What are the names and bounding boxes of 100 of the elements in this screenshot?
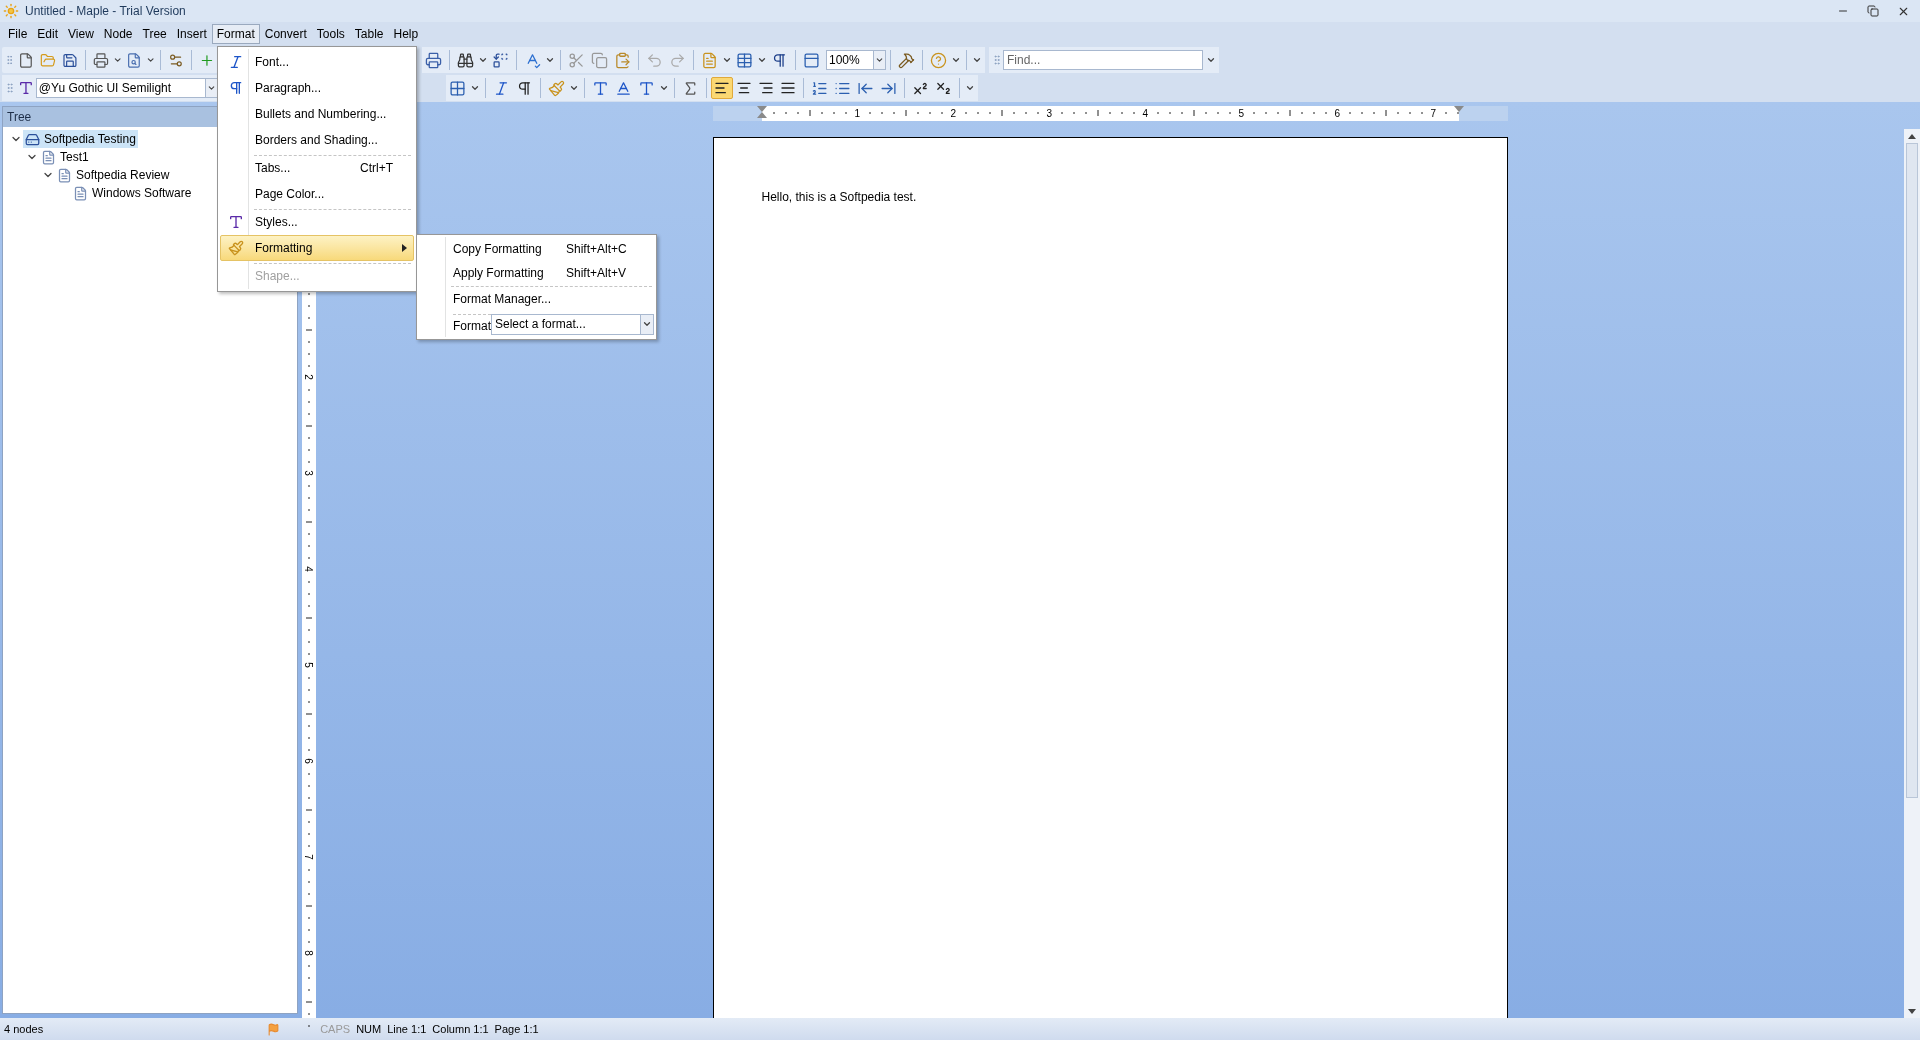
status-text: Page 1:1: [494, 1021, 539, 1037]
dropdown-caret-icon[interactable]: [145, 55, 156, 65]
vertical-scrollbar[interactable]: [1904, 129, 1920, 1018]
ruler-number: 2: [949, 108, 958, 119]
format-combo[interactable]: Select a format...: [491, 313, 654, 335]
menu-item[interactable]: Formatting: [220, 235, 414, 261]
find-field[interactable]: Find...: [1003, 50, 1203, 70]
menu-item[interactable]: Tree: [137, 24, 172, 44]
save-icon[interactable]: [62, 51, 78, 69]
binoculars-icon[interactable]: [457, 51, 474, 69]
dropdown-caret-icon[interactable]: [470, 83, 480, 93]
dropdown-caret-icon[interactable]: [642, 319, 652, 329]
pilcrow-icon[interactable]: [771, 51, 788, 69]
menu-item[interactable]: Copy Formatting Shift+Alt+C: [419, 237, 654, 261]
menu-item[interactable]: Node: [98, 24, 138, 44]
menu-item[interactable]: Insert: [171, 24, 212, 44]
menu-item[interactable]: Font...: [220, 49, 414, 75]
menu-item[interactable]: Bullets and Numbering...: [220, 101, 414, 127]
align-center-icon: [736, 80, 752, 96]
dropdown-caret-icon[interactable]: [569, 83, 579, 93]
tree-node[interactable]: Test1: [60, 148, 89, 166]
table-icon[interactable]: [736, 51, 753, 69]
ruler-number: 3: [1045, 108, 1054, 119]
menu-item[interactable]: Convert: [259, 24, 312, 44]
menu-item[interactable]: View: [63, 24, 99, 44]
replace-icon[interactable]: [492, 51, 509, 69]
menu-item[interactable]: Format: [211, 24, 260, 44]
toolbar-grip-icon[interactable]: [991, 54, 1003, 66]
dropdown-caret-icon[interactable]: [478, 55, 488, 65]
document-icon: [41, 149, 56, 165]
dropdown-caret-icon[interactable]: [207, 83, 216, 93]
ruler-number: 6: [1333, 108, 1342, 119]
paragraph-icon[interactable]: [516, 79, 533, 97]
menu-item[interactable]: Tabs... Ctrl+T: [220, 153, 414, 181]
document-icon: [57, 167, 72, 183]
dropdown-caret-icon[interactable]: [659, 83, 669, 93]
status-indicator: NUM: [356, 1021, 382, 1037]
menu-item[interactable]: Styles...: [220, 207, 414, 235]
change-case-icon[interactable]: [638, 79, 655, 97]
indent-marker-icon[interactable]: [1453, 106, 1464, 113]
ruler-number: 7: [302, 854, 313, 860]
ruler-margin: [1458, 106, 1508, 121]
italic-a-icon[interactable]: [493, 79, 510, 97]
frame-icon[interactable]: [803, 51, 820, 69]
menu-item[interactable]: Edit: [32, 24, 64, 44]
ruler-number: 5: [302, 662, 313, 668]
align-left-button[interactable]: [711, 77, 733, 99]
menu-item[interactable]: Paragraph...: [220, 75, 414, 101]
numbered-list-icon[interactable]: [811, 79, 828, 97]
justify-icon: [780, 80, 796, 96]
ruler-number: 7: [1429, 108, 1438, 119]
ruler-number: 8: [302, 950, 313, 956]
text-icon[interactable]: [592, 79, 609, 97]
paste-icon[interactable]: [614, 51, 631, 69]
menu-item[interactable]: Page Color...: [220, 181, 414, 207]
borders-icon[interactable]: [449, 79, 466, 97]
styles-icon: [228, 214, 244, 230]
scrollbar-thumb[interactable]: [1906, 143, 1918, 798]
status-text: Column 1:1: [432, 1021, 489, 1037]
dropdown-caret-icon[interactable]: [951, 55, 961, 65]
font-color-icon[interactable]: [615, 79, 632, 97]
dropdown-caret-icon[interactable]: [112, 55, 123, 65]
menu-item[interactable]: Table: [349, 24, 389, 44]
ruler-number: 1: [853, 108, 862, 119]
align-left-icon: [714, 80, 730, 96]
toolbar-grip-icon[interactable]: [4, 82, 16, 94]
new-document-icon[interactable]: [18, 51, 35, 69]
dropdown-caret-icon[interactable]: [757, 55, 767, 65]
dropdown-caret-icon[interactable]: [722, 55, 732, 65]
zoom-combo[interactable]: 100%: [826, 50, 886, 70]
font-combo[interactable]: @Yu Gothic UI Semilight: [35, 78, 218, 98]
tools-icon[interactable]: [898, 51, 915, 69]
restore-icon[interactable]: [1867, 5, 1879, 17]
align-right-icon: [758, 80, 774, 96]
document-icon: [73, 185, 88, 201]
dropdown-caret-icon[interactable]: [1206, 55, 1216, 65]
printer-icon[interactable]: [425, 51, 442, 69]
menu-item[interactable]: Apply Formatting Shift+Alt+V: [419, 261, 654, 285]
submenu-arrow-icon: [402, 244, 407, 252]
dropdown-caret-icon[interactable]: [875, 55, 884, 65]
menu-item[interactable]: Tools: [311, 24, 350, 44]
toolbar-options-icon[interactable]: [972, 55, 982, 65]
tree-node[interactable]: Softpedia Review: [76, 166, 170, 184]
print-preview-icon[interactable]: [126, 51, 142, 69]
menu-item[interactable]: Help: [388, 24, 424, 44]
node-count: 4 nodes: [4, 1021, 44, 1037]
ruler-number: 4: [302, 566, 313, 572]
window-title: Untitled - Maple - Trial Version: [25, 3, 186, 20]
printer-icon[interactable]: [92, 51, 109, 69]
tree-node[interactable]: Windows Software: [92, 184, 192, 202]
flag-icon: [267, 1022, 281, 1036]
font-style-icon[interactable]: [17, 80, 34, 96]
panel-header: Tree: [7, 109, 32, 126]
menu-item[interactable]: File: [3, 24, 33, 44]
menu-item[interactable]: Format Manager...: [419, 285, 654, 311]
dropdown-caret-icon[interactable]: [545, 55, 555, 65]
dropdown-caret-icon[interactable]: [965, 83, 975, 93]
document-text: Hello, this is a Softpedia test.: [761, 189, 918, 206]
status-text: Line 1:1: [387, 1021, 427, 1037]
menu-item[interactable]: Borders and Shading...: [220, 127, 414, 153]
